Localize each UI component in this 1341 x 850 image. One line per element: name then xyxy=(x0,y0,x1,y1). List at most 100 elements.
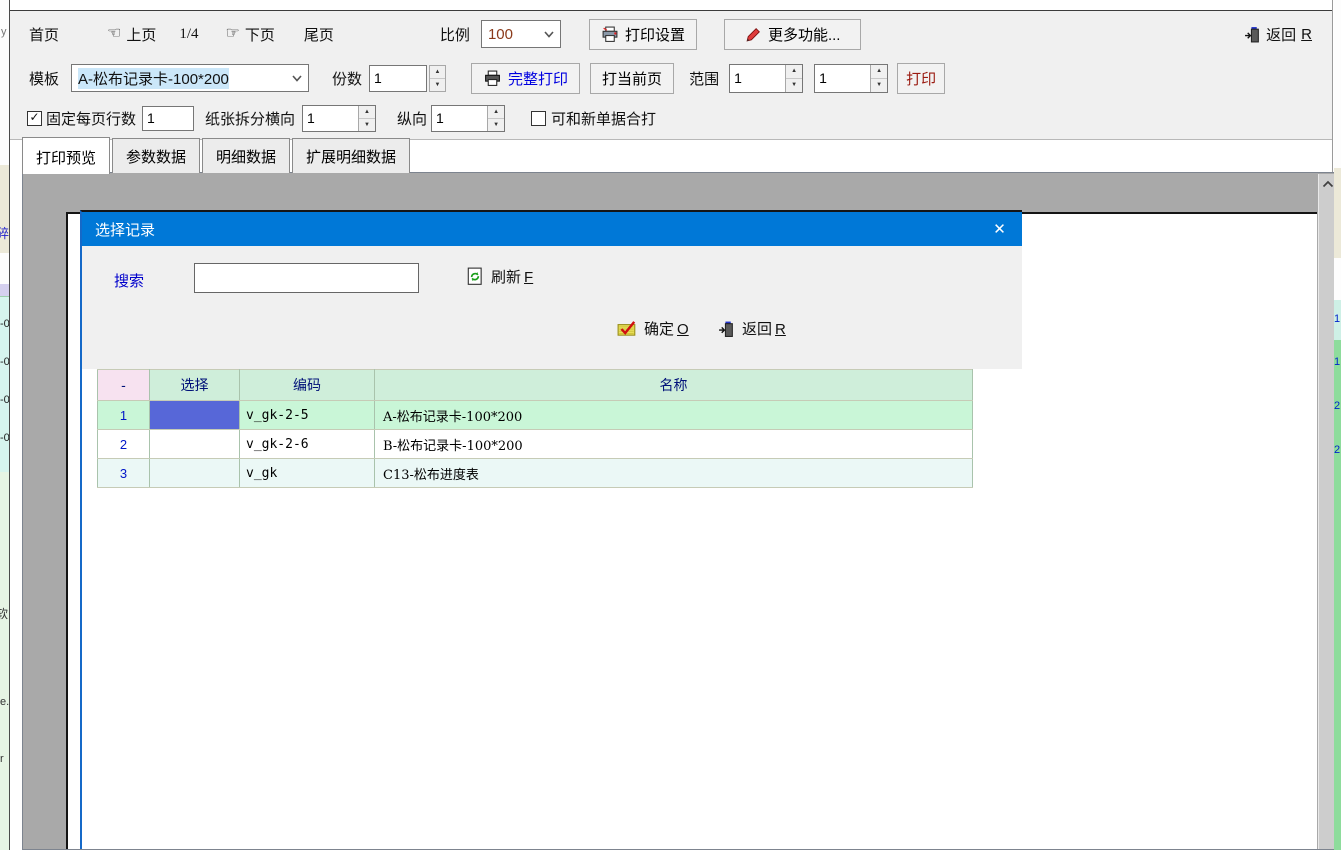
spin-down-icon[interactable]: ▼ xyxy=(786,79,802,92)
split-vertical-spinner[interactable]: ▲ ▼ xyxy=(431,105,505,132)
edge-text-fragment: y xyxy=(1,26,7,38)
print-preview-window: 首页 ☜ 上页 1/4 ☞ 下页 尾页 比例 100 xyxy=(9,0,1333,850)
exit-door-icon xyxy=(718,319,735,337)
left-edge-underlying-window: y 碎 -0 -0 -0 -0 软 e. r xyxy=(0,0,9,850)
printer-settings-icon xyxy=(601,25,619,43)
edge-text-fragment: -0 xyxy=(0,356,9,368)
more-functions-button[interactable]: 更多功能... xyxy=(724,19,862,50)
spin-down-icon[interactable]: ▼ xyxy=(871,79,887,92)
next-page-button[interactable]: ☞ 下页 xyxy=(226,24,275,45)
ok-check-icon xyxy=(617,320,637,338)
full-print-button[interactable]: 完整打印 xyxy=(471,63,580,94)
split-vertical-stepper[interactable]: ▲ ▼ xyxy=(487,106,504,131)
fixed-rows-input[interactable] xyxy=(142,106,194,131)
split-vertical-input[interactable] xyxy=(432,106,487,131)
edge-text-fragment: r xyxy=(0,753,4,765)
spin-up-icon[interactable]: ▲ xyxy=(786,65,802,79)
column-header-code: 编码 xyxy=(240,370,375,401)
scale-value: 100 xyxy=(488,26,513,43)
table-row[interactable]: 1 v_gk-2-5 A-松布记录卡-100*200 xyxy=(98,401,973,430)
toolbar-row-print: 模板 A-松布记录卡-100*200 份数 ▲ ▼ xyxy=(10,57,1332,99)
edge-text-fragment: -0 xyxy=(0,432,9,444)
dialog-titlebar[interactable]: 选择记录 ✕ xyxy=(82,212,1022,246)
prev-page-button[interactable]: ☜ 上页 xyxy=(107,24,156,45)
row-name-cell[interactable]: C13-松布进度表 xyxy=(375,459,973,488)
tab-parameter-data[interactable]: 参数数据 xyxy=(112,138,200,173)
chevron-up-icon xyxy=(1322,175,1334,193)
copies-input[interactable] xyxy=(369,65,427,92)
tab-print-preview[interactable]: 打印预览 xyxy=(22,137,110,174)
row-code-cell[interactable]: v_gk-2-5 xyxy=(240,401,375,430)
row-code-cell[interactable]: v_gk xyxy=(240,459,375,488)
row-name-cell[interactable]: A-松布记录卡-100*200 xyxy=(375,401,973,430)
range-from-stepper[interactable]: ▲ ▼ xyxy=(785,65,802,92)
split-horizontal-spinner[interactable]: ▲ ▼ xyxy=(302,105,376,132)
spin-down-icon[interactable]: ▼ xyxy=(488,119,504,131)
spin-up-icon[interactable]: ▲ xyxy=(488,106,504,119)
row-number-cell: 2 xyxy=(98,430,150,459)
print-button[interactable]: 打印 xyxy=(897,63,945,94)
table-row[interactable]: 2 v_gk-2-6 B-松布记录卡-100*200 xyxy=(98,430,973,459)
print-current-page-button[interactable]: 打当前页 xyxy=(590,63,674,94)
row-number-cell: 3 xyxy=(98,459,150,488)
search-input[interactable] xyxy=(194,263,419,293)
column-header-name: 名称 xyxy=(375,370,973,401)
tab-extended-detail-data[interactable]: 扩展明细数据 xyxy=(292,138,410,173)
right-edge-segment xyxy=(1334,168,1341,258)
row-select-cell[interactable] xyxy=(150,430,240,459)
copies-label: 份数 xyxy=(332,68,362,89)
spin-up-icon[interactable]: ▲ xyxy=(430,66,445,79)
table-row[interactable]: 3 v_gk C13-松布进度表 xyxy=(98,459,973,488)
range-from-spinner[interactable]: ▲ ▼ xyxy=(729,64,803,93)
pen-tools-icon xyxy=(745,25,762,43)
spin-up-icon[interactable]: ▲ xyxy=(871,65,887,79)
edge-text-fragment: 碎 xyxy=(0,228,9,240)
toolbar-row-options: ✓ 固定每页行数 纸张拆分横向 ▲ ▼ 纵向 ▲ ▼ xyxy=(10,99,1332,137)
range-from-input[interactable] xyxy=(730,65,785,92)
right-edge-segment xyxy=(1334,340,1341,850)
range-to-input[interactable] xyxy=(815,65,870,92)
row-number-cell: 1 xyxy=(98,401,150,430)
refresh-button[interactable]: 刷新F xyxy=(466,266,533,287)
spin-down-icon[interactable]: ▼ xyxy=(430,79,445,91)
page-indicator: 1/4 xyxy=(179,26,198,43)
scale-select[interactable]: 100 xyxy=(481,20,561,48)
dialog-header-panel: 搜索 刷新F xyxy=(82,246,1022,369)
fixed-rows-checkbox[interactable]: ✓ xyxy=(27,111,42,126)
template-select[interactable]: A-松布记录卡-100*200 xyxy=(71,64,309,92)
ok-button[interactable]: 确定O xyxy=(617,318,689,339)
fixed-rows-label: 固定每页行数 xyxy=(46,108,136,129)
split-horizontal-stepper[interactable]: ▲ ▼ xyxy=(358,106,375,131)
edge-text-fragment: 2 xyxy=(1334,444,1340,456)
return-button[interactable]: 返回R xyxy=(1244,24,1312,45)
range-to-spinner[interactable]: ▲ ▼ xyxy=(814,64,888,93)
row-code-cell[interactable]: v_gk-2-6 xyxy=(240,430,375,459)
merge-print-checkbox[interactable]: ✓ xyxy=(531,111,546,126)
row-select-cell[interactable] xyxy=(150,401,240,430)
range-to-stepper[interactable]: ▲ ▼ xyxy=(870,65,887,92)
records-table: - 选择 编码 名称 1 v_gk-2-5 A-松布记录卡-100*200 2 xyxy=(97,369,973,488)
spin-down-icon[interactable]: ▼ xyxy=(359,119,375,131)
tab-detail-data[interactable]: 明细数据 xyxy=(202,138,290,173)
print-settings-button[interactable]: 打印设置 xyxy=(589,19,697,50)
tab-bar: 打印预览 参数数据 明细数据 扩展明细数据 xyxy=(22,140,412,173)
search-label: 搜索 xyxy=(114,270,144,291)
vertical-label: 纵向 xyxy=(397,108,427,129)
scale-label: 比例 xyxy=(440,24,470,45)
merge-print-label: 可和新单据合打 xyxy=(551,108,656,129)
dialog-return-button[interactable]: 返回R xyxy=(718,318,786,339)
toolbar: 首页 ☜ 上页 1/4 ☞ 下页 尾页 比例 100 xyxy=(10,10,1332,140)
right-edge-underlying-window: 1 1 2 2 xyxy=(1334,0,1341,850)
paper-split-horizontal-label: 纸张拆分横向 xyxy=(205,108,295,129)
close-button[interactable]: ✕ xyxy=(977,212,1022,246)
last-page-button[interactable]: 尾页 xyxy=(304,24,334,45)
screen: y 碎 -0 -0 -0 -0 软 e. r 1 1 2 2 首页 ☜ 上页 xyxy=(0,0,1341,850)
row-name-cell[interactable]: B-松布记录卡-100*200 xyxy=(375,430,973,459)
spin-up-icon[interactable]: ▲ xyxy=(359,106,375,119)
first-page-button[interactable]: 首页 xyxy=(29,24,59,45)
column-header-index: - xyxy=(98,370,150,401)
split-horizontal-input[interactable] xyxy=(303,106,358,131)
template-value: A-松布记录卡-100*200 xyxy=(78,68,229,89)
copies-stepper[interactable]: ▲ ▼ xyxy=(429,65,446,92)
row-select-cell[interactable] xyxy=(150,459,240,488)
